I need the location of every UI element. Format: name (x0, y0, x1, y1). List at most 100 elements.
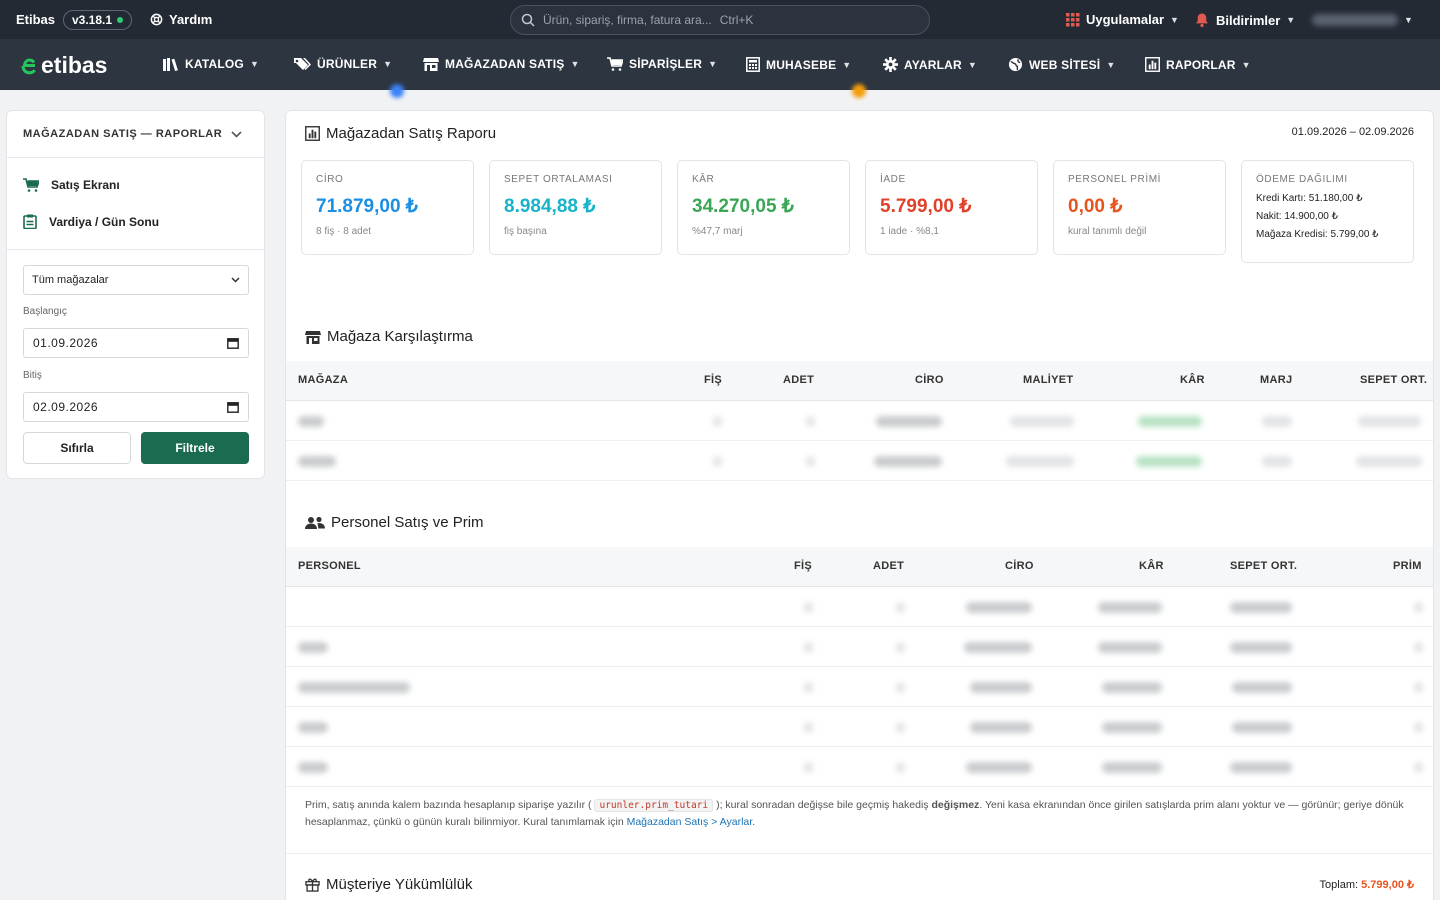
globe-icon (1008, 57, 1023, 72)
redacted-cell (298, 642, 328, 653)
table-row[interactable] (286, 627, 1433, 667)
help-label: Yardım (169, 12, 213, 27)
redacted-cell (1230, 602, 1292, 613)
nav-muhasebe[interactable]: MUHASEBE ▼ (746, 57, 851, 72)
kpi-value: 71.879,00 ₺ (316, 196, 418, 217)
table-row[interactable] (286, 441, 1433, 481)
status-dot-icon (117, 17, 124, 23)
tag-icon (294, 58, 311, 70)
table-row[interactable] (286, 667, 1433, 707)
user-menu[interactable]: ▼ (1312, 12, 1422, 28)
nav-siparisler[interactable]: SİPARİŞLER ▼ (607, 57, 717, 71)
nav-web-sitesi[interactable]: WEB SİTESİ ▼ (1008, 57, 1115, 72)
note-text: . (752, 816, 756, 828)
col-ciro[interactable]: CİRO (1005, 560, 1034, 572)
muhasebe-badge (852, 84, 866, 98)
redacted-cell (804, 682, 813, 693)
redacted-cell (1414, 602, 1423, 613)
redacted-cell (713, 456, 722, 467)
redacted-cell (896, 722, 905, 733)
table-row[interactable] (286, 707, 1433, 747)
nav-magazadan-satis[interactable]: MAĞAZADAN SATIŞ ▼ (423, 57, 580, 71)
redacted-cell (874, 456, 942, 467)
col-kar[interactable]: KÂR (1139, 560, 1164, 572)
liability-total: Toplam: 5.799,00 ₺ (1320, 878, 1414, 891)
chevron-down-icon: ▼ (708, 59, 718, 69)
col-sepet-ort[interactable]: SEPET ORT. (1360, 374, 1427, 386)
table-row[interactable] (286, 747, 1433, 787)
redacted-cell (896, 602, 905, 613)
sidebar-header[interactable]: MAĞAZADAN SATIŞ — RAPORLAR (7, 111, 264, 158)
redacted-cell (970, 722, 1032, 733)
settings-link[interactable]: Mağazadan Satış > Ayarlar (627, 816, 753, 828)
nav-label: RAPORLAR (1166, 57, 1236, 72)
liability-title-text: Müşteriye Yükümlülük (326, 876, 473, 893)
nav-katalog[interactable]: KATALOG ▼ (163, 57, 259, 71)
end-date-input[interactable]: 02.09.2026 (23, 392, 249, 422)
end-date-value: 02.09.2026 (33, 400, 99, 414)
report-title-text: Mağazadan Satış Raporu (326, 125, 497, 142)
brand-name[interactable]: Etibas (16, 12, 55, 27)
users-icon (305, 516, 325, 529)
store-select[interactable]: Tüm mağazalar (23, 265, 249, 295)
report-title: Mağazadan Satış Raporu (305, 125, 496, 142)
col-adet[interactable]: ADET (873, 560, 904, 572)
chevron-down-icon: ▼ (1241, 59, 1251, 70)
col-personel[interactable]: PERSONEL (298, 560, 361, 572)
redacted-cell (1136, 456, 1202, 467)
logo-mark-icon (21, 57, 36, 74)
report-panel: Mağazadan Satış Raporu 01.09.2026 – 02.0… (285, 110, 1434, 900)
staff-table-header: PERSONEL FİŞ ADET CİRO KÂR SEPET ORT. PR… (286, 547, 1433, 587)
nav-ayarlar[interactable]: AYARLAR ▼ (883, 57, 977, 72)
lifebuoy-icon (150, 13, 163, 26)
end-date-label: Bitiş (23, 370, 42, 381)
col-marj[interactable]: MARJ (1260, 374, 1292, 386)
note-text: Prim, satış anında kalem bazında hesapla… (305, 799, 592, 811)
search-shortcut: Ctrl+K (719, 13, 754, 27)
store-comparison-title-text: Mağaza Karşılaştırma (327, 328, 473, 345)
apps-menu[interactable]: Uygulamalar ▼ (1066, 12, 1179, 27)
sidebar-item-vardiya[interactable]: Vardiya / Gün Sonu (23, 214, 159, 229)
redacted-cell (804, 602, 813, 613)
help-link[interactable]: Yardım (150, 12, 212, 27)
nav-raporlar[interactable]: RAPORLAR ▼ (1145, 57, 1251, 72)
redacted-cell (896, 762, 905, 773)
kpi-value: 34.270,05 ₺ (692, 196, 794, 217)
store-icon (305, 330, 321, 344)
gear-icon (883, 57, 898, 72)
filter-button[interactable]: Filtrele (141, 432, 249, 464)
note-code: urunler.prim_tutari (594, 799, 714, 812)
nav-label: MUHASEBE (766, 57, 837, 72)
payment-line: Kredi Kartı: 51.180,00 ₺ (1256, 193, 1363, 204)
start-date-input[interactable]: 01.09.2026 (23, 328, 249, 358)
table-row[interactable] (286, 401, 1433, 441)
reset-button[interactable]: Sıfırla (23, 432, 131, 464)
nav-urunler[interactable]: ÜRÜNLER ▼ (293, 57, 392, 71)
kpi-label: ÖDEME DAĞILIMI (1256, 174, 1348, 185)
col-ciro[interactable]: CİRO (915, 374, 944, 386)
col-prim[interactable]: PRİM (1393, 560, 1422, 572)
col-sepet-ort[interactable]: SEPET ORT. (1230, 560, 1297, 572)
col-kar[interactable]: KÂR (1180, 374, 1205, 386)
kpi-card-iade: İADE 5.799,00 ₺ 1 iade · %8,1 (865, 160, 1038, 255)
sidebar-item-label: Vardiya / Gün Sonu (49, 214, 160, 229)
redacted-cell (298, 456, 336, 467)
staff-title: Personel Satış ve Prim (305, 514, 484, 531)
redacted-cell (876, 416, 942, 427)
redacted-cell (964, 642, 1032, 653)
col-maliyet[interactable]: MALİYET (1023, 374, 1073, 386)
col-adet[interactable]: ADET (783, 374, 814, 386)
sidebar-item-satis-ekrani[interactable]: Satış Ekranı (23, 178, 120, 192)
etibas-logo[interactable]: etibas (20, 52, 107, 79)
col-fis[interactable]: FİŞ (704, 374, 722, 386)
col-magaza[interactable]: MAĞAZA (298, 374, 348, 386)
table-row[interactable] (286, 587, 1433, 627)
col-fis[interactable]: FİŞ (794, 560, 812, 572)
global-search-input[interactable]: Ürün, sipariş, firma, fatura ara... Ctrl… (510, 5, 930, 35)
grid-icon (1066, 12, 1080, 26)
calendar-icon (227, 338, 239, 349)
notifications-menu[interactable]: Bildirimler ▼ (1194, 12, 1295, 28)
redacted-cell (298, 416, 324, 427)
kpi-sub: kural tanımlı değil (1068, 226, 1147, 237)
chevron-down-icon: ▼ (1404, 15, 1413, 25)
